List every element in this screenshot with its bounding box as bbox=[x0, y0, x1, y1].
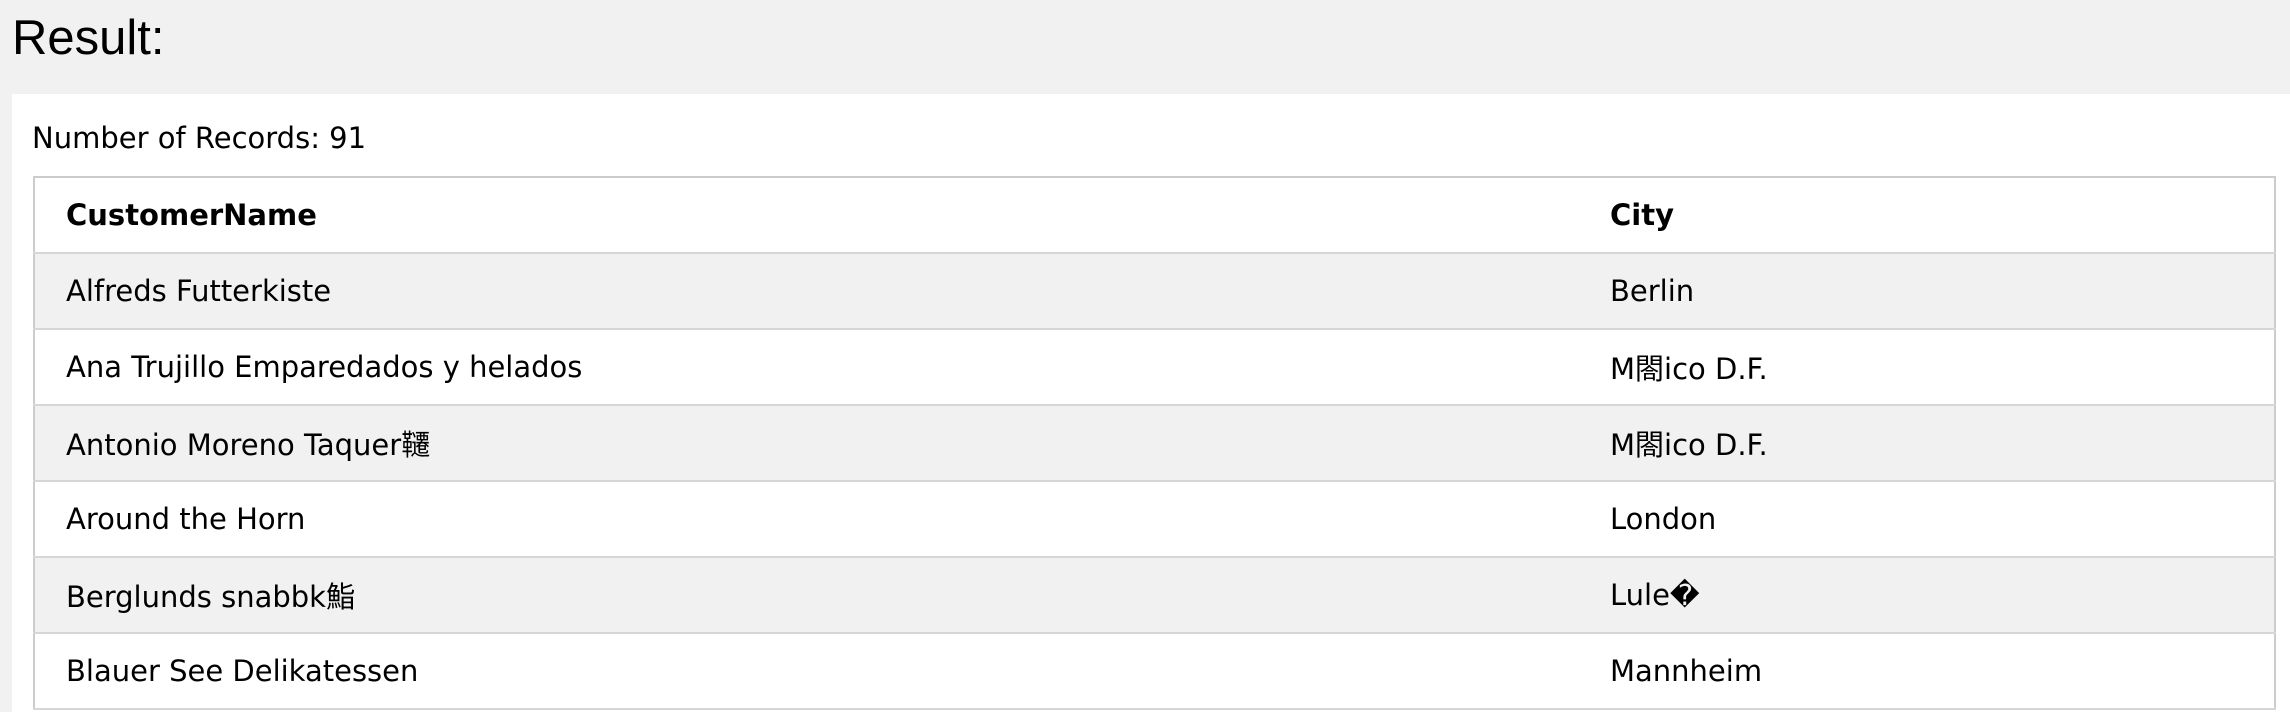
table-header-row: CustomerName City bbox=[34, 177, 2275, 254]
city-cell: M閤ico D.F. bbox=[1579, 405, 2275, 482]
result-panel: Number of Records: 91 CustomerName City … bbox=[12, 94, 2290, 712]
customer-name-cell: Antonio Moreno Taquer韆 bbox=[34, 405, 1579, 482]
record-count: Number of Records: 91 bbox=[32, 121, 367, 155]
city-cell: Berlin bbox=[1579, 253, 2275, 330]
table-row: Around the Horn London bbox=[34, 481, 2275, 558]
city-cell: Mannheim bbox=[1579, 633, 2275, 710]
result-heading: Result: bbox=[12, 11, 165, 65]
customer-name-cell: Ana Trujillo Emparedados y helados bbox=[34, 329, 1579, 406]
table-row: Antonio Moreno Taquer韆 M閤ico D.F. bbox=[34, 405, 2275, 482]
customer-name-cell: Alfreds Futterkiste bbox=[34, 253, 1579, 330]
city-cell: London bbox=[1579, 481, 2275, 558]
column-header-city: City bbox=[1579, 177, 2275, 254]
city-cell: Lule� bbox=[1579, 557, 2275, 634]
column-header-customername: CustomerName bbox=[34, 177, 1579, 254]
table-row: Ana Trujillo Emparedados y helados M閤ico… bbox=[34, 329, 2275, 406]
table-row: Blauer See Delikatessen Mannheim bbox=[34, 633, 2275, 710]
table-row: Alfreds Futterkiste Berlin bbox=[34, 253, 2275, 330]
city-cell: M閤ico D.F. bbox=[1579, 329, 2275, 406]
customer-name-cell: Berglunds snabbk鮨 bbox=[34, 557, 1579, 634]
results-table: CustomerName City Alfreds Futterkiste Be… bbox=[33, 176, 2276, 710]
customer-name-cell: Blauer See Delikatessen bbox=[34, 633, 1579, 710]
customer-name-cell: Around the Horn bbox=[34, 481, 1579, 558]
table-row: Berglunds snabbk鮨 Lule� bbox=[34, 557, 2275, 634]
